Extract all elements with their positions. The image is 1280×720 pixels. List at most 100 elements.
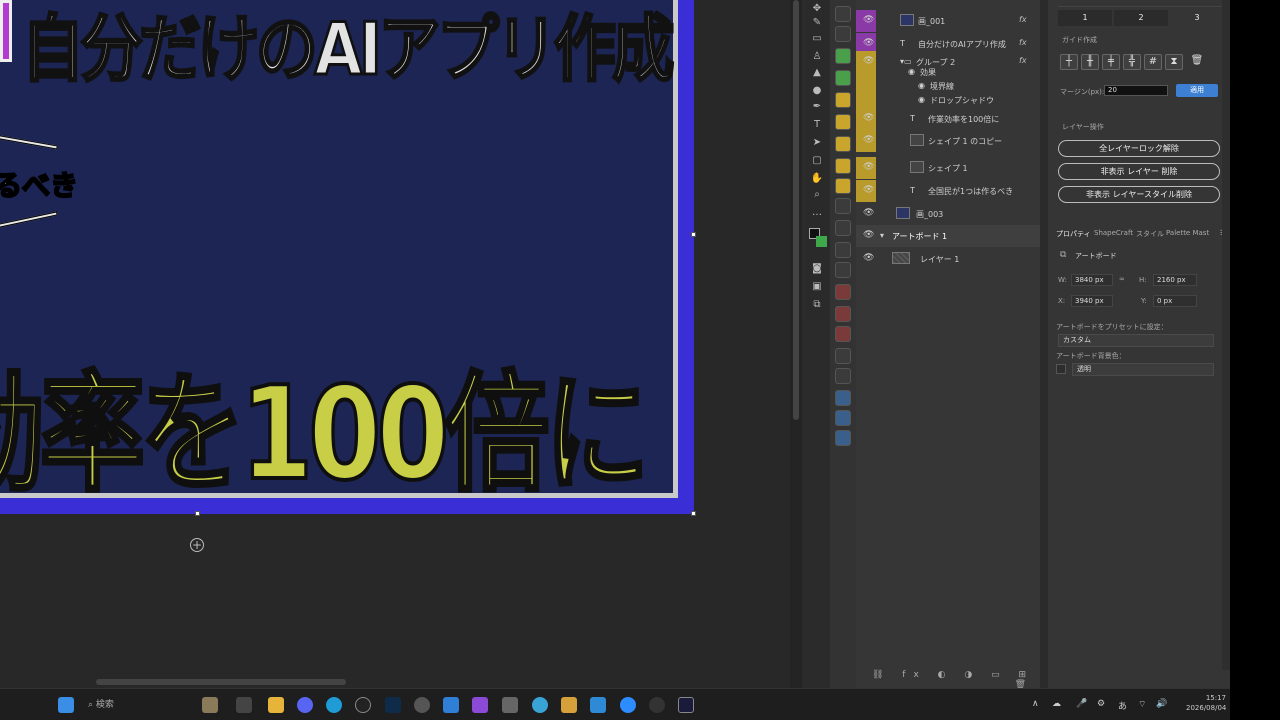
clock[interactable]: 15:17 2026/08/04 <box>1186 693 1226 713</box>
layer-row[interactable]: 👁 レイヤー 1 <box>856 248 1040 270</box>
app-icon[interactable] <box>561 697 577 713</box>
height-field[interactable]: 2160 px <box>1153 274 1197 286</box>
add-artboard-icon[interactable]: + <box>190 538 204 552</box>
guide-grid-icon[interactable]: # <box>1144 54 1162 70</box>
edge-icon[interactable] <box>326 697 342 713</box>
layer-row[interactable]: 👁 T 全国民が1つは作るべき <box>856 180 1040 202</box>
guide-center-icon[interactable]: ┼ <box>1060 54 1078 70</box>
eye-icon[interactable]: ◉ <box>918 81 925 90</box>
transform-handle[interactable] <box>691 232 696 237</box>
background-swatch-icon[interactable] <box>816 236 827 247</box>
stamp-icon[interactable]: ♙ <box>809 50 825 64</box>
eye-icon[interactable]: 👁 <box>863 185 874 195</box>
x-field[interactable]: 3940 px <box>1071 295 1113 307</box>
tray-icon[interactable]: ☁ <box>1052 699 1061 709</box>
trash-icon[interactable]: 🗑 <box>1188 54 1206 70</box>
pen-icon[interactable]: ✒ <box>809 100 825 114</box>
eye-icon[interactable]: 👁 <box>863 208 874 218</box>
photoshop-icon[interactable] <box>385 697 401 713</box>
github-icon[interactable] <box>649 697 665 713</box>
eye-icon[interactable]: 👁 <box>863 230 874 240</box>
layer-row[interactable]: 👁 画_001 fx <box>856 10 1040 32</box>
layer-effect-row[interactable]: ◉ 境界線 <box>856 78 1040 92</box>
group-color-icon[interactable] <box>835 430 851 446</box>
transform-handle[interactable] <box>691 511 696 516</box>
shape-icon[interactable]: ▢ <box>809 154 825 168</box>
eye-icon[interactable]: 👁 <box>863 135 874 145</box>
screen-mode-icon[interactable]: ▣ <box>809 280 825 294</box>
tray-icon[interactable]: ⚙ <box>1097 699 1105 709</box>
guide-3col-icon[interactable]: ╪ <box>1102 54 1120 70</box>
volume-icon[interactable]: 🔊 <box>1156 699 1167 709</box>
unlock-all-layers-button[interactable]: 全レイヤーロック解除 <box>1058 140 1220 157</box>
mic-icon[interactable]: 🎤 <box>1076 699 1087 709</box>
zoom-app-icon[interactable] <box>620 697 636 713</box>
fx-icon[interactable]: fx <box>1019 38 1027 47</box>
eye-icon[interactable]: ◉ <box>908 67 915 76</box>
app-icon[interactable] <box>443 697 459 713</box>
eraser-icon[interactable]: ▭ <box>809 32 825 46</box>
discord-icon[interactable] <box>297 697 313 713</box>
app-icon[interactable] <box>355 697 371 713</box>
tab-properties[interactable]: プロパティ <box>1056 229 1091 239</box>
link-icon[interactable]: ∞ <box>1119 275 1125 283</box>
library-icon[interactable] <box>835 368 851 384</box>
browser-icon[interactable] <box>532 697 548 713</box>
file-explorer-icon[interactable] <box>268 697 284 713</box>
fx-icon[interactable]: fx <box>1019 15 1027 24</box>
move-icon[interactable]: ✥ <box>809 2 825 16</box>
chatgpt-icon[interactable] <box>414 697 430 713</box>
zoom-icon[interactable]: ⌕ <box>809 188 825 202</box>
hand-icon[interactable]: ✋ <box>809 172 825 186</box>
adjust-icon[interactable] <box>835 242 851 258</box>
wifi-icon[interactable]: ⌔ <box>1138 699 1146 710</box>
adjust-icon[interactable] <box>835 198 851 214</box>
layer-row[interactable]: 👁 シェイプ 1 <box>856 157 1040 179</box>
tab-3[interactable]: 3 <box>1170 10 1224 26</box>
tab-palette-mast[interactable]: Palette Mast <box>1166 229 1209 237</box>
group-color-icon[interactable] <box>835 70 851 86</box>
eye-icon[interactable]: 👁 <box>863 38 874 48</box>
guide-2col-icon[interactable]: ╫ <box>1081 54 1099 70</box>
guide-4col-icon[interactable]: ╬ <box>1123 54 1141 70</box>
apply-button[interactable]: 適用 <box>1176 84 1218 97</box>
eye-icon[interactable]: 👁 <box>863 15 874 25</box>
blur-icon[interactable]: ▲ <box>809 66 825 80</box>
windows-start-icon[interactable] <box>58 697 74 713</box>
document-canvas[interactable]: 自分だけのAIアプリ作成 るべき 効率を100倍に + <box>0 0 790 688</box>
y-field[interactable]: 0 px <box>1153 295 1197 307</box>
group-color-icon[interactable] <box>835 390 851 406</box>
dodge-icon[interactable]: ● <box>809 84 825 98</box>
eye-icon[interactable]: 👁 <box>863 162 874 172</box>
group-color-icon[interactable] <box>835 178 851 194</box>
app-icon[interactable] <box>236 697 252 713</box>
group-color-icon[interactable] <box>835 92 851 108</box>
tab-1[interactable]: 1 <box>1058 10 1112 26</box>
group-color-icon[interactable] <box>835 158 851 174</box>
delete-hidden-styles-button[interactable]: 非表示 レイヤースタイル削除 <box>1058 186 1220 203</box>
tab-2[interactable]: 2 <box>1114 10 1168 26</box>
widget-icon[interactable] <box>202 697 218 713</box>
select-icon[interactable]: ➤ <box>809 136 825 150</box>
brush-icon[interactable]: ✎ <box>809 16 825 30</box>
group-color-icon[interactable] <box>835 284 851 300</box>
chevron-down-icon[interactable]: ▾ <box>880 231 884 240</box>
taskbar-search[interactable]: ⌕ 検索 <box>88 697 188 713</box>
layer-row-selected[interactable]: 👁 ▾ アートボード 1 <box>856 225 1040 247</box>
history-icon[interactable] <box>835 6 851 22</box>
group-color-icon[interactable] <box>835 306 851 322</box>
app-icon[interactable] <box>678 697 694 713</box>
frame-icon[interactable]: ⧉ <box>809 298 825 312</box>
camera-icon[interactable] <box>835 262 851 278</box>
bg-color-select[interactable]: 透明 <box>1072 363 1214 376</box>
eye-icon[interactable]: 👁 <box>863 253 874 263</box>
chevron-up-icon[interactable]: ∧ <box>1032 699 1039 709</box>
group-color-icon[interactable] <box>835 326 851 342</box>
group-color-icon[interactable] <box>835 410 851 426</box>
ime-indicator[interactable]: あ <box>1118 699 1127 712</box>
preset-select[interactable]: カスタム <box>1058 334 1214 347</box>
app-icon[interactable] <box>472 697 488 713</box>
horizontal-scrollbar[interactable] <box>96 679 346 685</box>
eye-icon[interactable]: 👁 <box>863 113 874 123</box>
eye-icon[interactable]: ◉ <box>918 95 925 104</box>
